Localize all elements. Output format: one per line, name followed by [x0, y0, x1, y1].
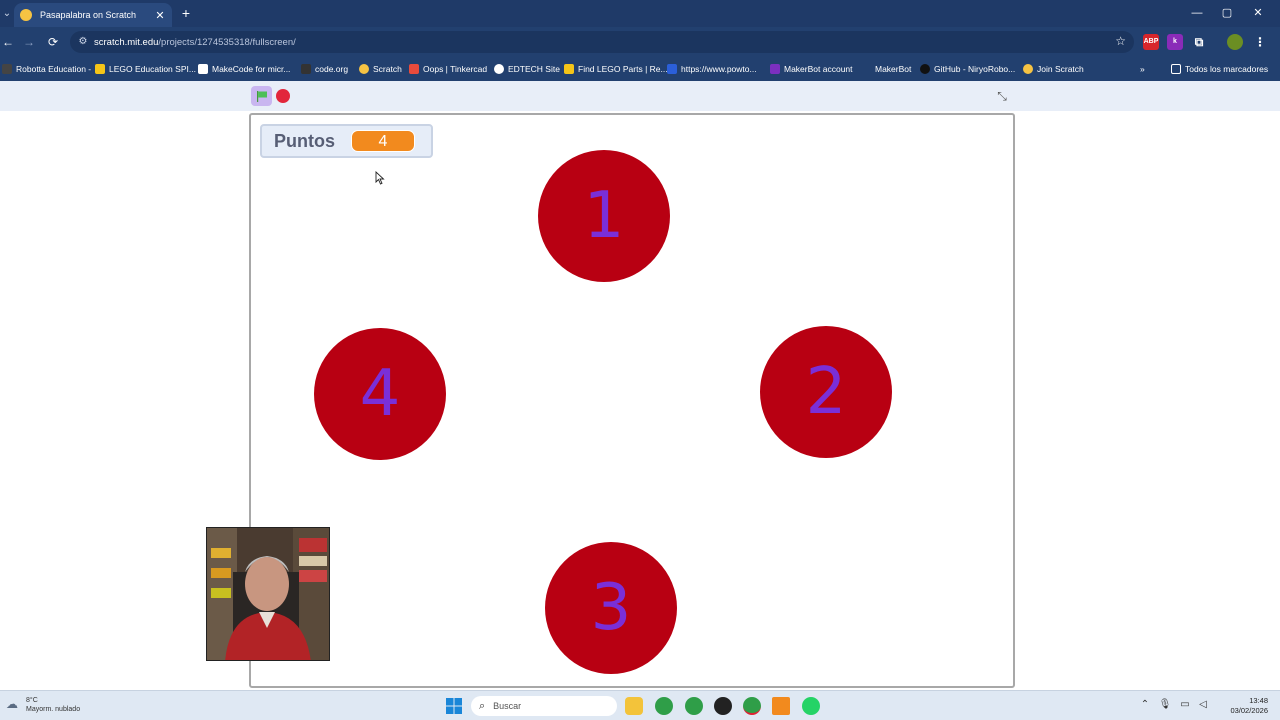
answer-circle-4[interactable]: 4 — [314, 328, 446, 460]
tab-close-icon[interactable]: ✕ — [154, 9, 166, 22]
bookmark-item[interactable]: Join Scratch — [1023, 61, 1084, 77]
minimize-button[interactable]: — — [1182, 5, 1212, 21]
browser-tab[interactable]: Pasapalabra on Scratch ✕ — [14, 3, 172, 27]
chrome-active-icon[interactable] — [743, 697, 761, 715]
back-button[interactable]: ← — [0, 34, 16, 50]
browser-titlebar: ⌄ Pasapalabra on Scratch ✕ + — ▢ ✕ — [0, 0, 1280, 27]
clock-time: 13:48 — [1249, 696, 1268, 705]
network-icon[interactable]: ▭ — [1178, 699, 1192, 710]
stop-button[interactable] — [276, 89, 290, 103]
tab-title: Pasapalabra on Scratch — [40, 10, 137, 20]
tab-search-chevron-icon[interactable]: ⌄ — [0, 4, 14, 24]
site-info-icon[interactable]: ⚙ — [76, 35, 90, 49]
taskbar-clock[interactable]: 13:48 03/02/2026 — [1214, 696, 1268, 716]
mouse-cursor-icon — [375, 171, 385, 185]
answer-circle-2[interactable]: 2 — [760, 326, 892, 458]
bookmark-item[interactable]: Oops | Tinkercad — [409, 61, 487, 77]
bookmark-item[interactable]: Scratch — [359, 61, 402, 77]
bookmark-item[interactable]: Find LEGO Parts | Re... — [564, 61, 668, 77]
bookmarks-bar: Robotta Education - LEGO Education SPI..… — [0, 57, 1280, 81]
bookmark-item[interactable]: MakerBot account — [770, 61, 853, 77]
url-path: /projects/1274535318/fullscreen/ — [158, 36, 296, 48]
circle-number: 1 — [583, 179, 625, 253]
taskbar-search[interactable]: ⌕ Buscar — [471, 696, 617, 716]
circle-number: 2 — [805, 355, 847, 429]
circle-number: 3 — [590, 571, 632, 645]
vlc-icon[interactable] — [772, 697, 790, 715]
address-toolbar: ← → ⟳ ⚙ scratch.mit.edu/projects/1274535… — [0, 27, 1280, 57]
answer-circle-1[interactable]: 1 — [538, 150, 670, 282]
bookmark-item[interactable]: GitHub - NiryoRobo... — [920, 61, 1015, 77]
chrome-profile-icon[interactable] — [685, 697, 703, 715]
bookmark-item[interactable]: https://www.powto... — [667, 61, 757, 77]
bookmark-item[interactable]: Robotta Education - — [2, 61, 91, 77]
url-bar[interactable]: ⚙ scratch.mit.edu/projects/1274535318/fu… — [70, 31, 1134, 53]
weather-widget[interactable]: ☁ 8°C Mayorm. nublado — [6, 696, 80, 714]
app-icon[interactable] — [714, 697, 732, 715]
variable-monitor: Puntos 4 — [260, 124, 433, 158]
tray-overflow-icon[interactable]: ⌃ — [1138, 699, 1152, 710]
circle-number: 4 — [359, 357, 401, 431]
presenter-video-image — [207, 528, 329, 660]
url-host: scratch.mit.edu — [94, 36, 159, 48]
bookmark-item[interactable]: code.org — [301, 61, 348, 77]
bookmark-item[interactable]: LEGO Education SPI... — [95, 61, 196, 77]
file-explorer-icon[interactable] — [625, 697, 643, 715]
scratch-favicon-icon — [20, 9, 32, 21]
exit-fullscreen-icon[interactable]: ⤡ — [993, 87, 1011, 105]
forward-button[interactable]: → — [21, 34, 37, 50]
bookmark-item[interactable]: MakerBot — [861, 61, 911, 77]
windows-taskbar: ☁ 8°C Mayorm. nublado ⌕ Buscar ⌃ 🎙 ▭ ◁ 1… — [0, 690, 1280, 720]
search-placeholder: Buscar — [493, 701, 522, 711]
bookmarks-overflow-icon[interactable]: » — [1140, 61, 1145, 77]
weather-desc: Mayorm. nublado — [26, 706, 81, 713]
scratch-stage[interactable]: Puntos 4 1 2 3 4 — [249, 113, 1015, 688]
chrome-icon[interactable] — [655, 697, 673, 715]
adblock-extension-icon[interactable]: ABP — [1143, 34, 1159, 50]
cloud-icon: ☁ — [6, 697, 18, 711]
new-tab-button[interactable]: + — [178, 4, 194, 22]
maximize-button[interactable]: ▢ — [1212, 5, 1242, 21]
green-flag-button[interactable] — [251, 86, 272, 106]
all-bookmarks-folder[interactable]: Todos los marcadores — [1171, 61, 1268, 77]
extensions-puzzle-icon[interactable]: ⧉ — [1191, 34, 1207, 50]
scratch-controls-bar: ⤡ — [0, 81, 1280, 111]
webcam-overlay — [206, 527, 330, 661]
bookmark-star-icon[interactable]: ☆ — [1115, 34, 1126, 48]
microphone-icon[interactable]: 🎙 — [1158, 699, 1172, 710]
green-flag-icon — [257, 91, 267, 102]
bookmark-item[interactable]: MakeCode for micr... — [198, 61, 290, 77]
profile-avatar[interactable] — [1227, 34, 1243, 50]
volume-icon[interactable]: ◁ — [1196, 699, 1210, 710]
windows-start-icon[interactable] — [446, 698, 462, 714]
monitor-label: Puntos — [274, 130, 335, 151]
answer-circle-3[interactable]: 3 — [545, 542, 677, 674]
search-icon: ⌕ — [479, 699, 486, 712]
reload-button[interactable]: ⟳ — [45, 34, 61, 50]
clock-date: 03/02/2026 — [1230, 706, 1268, 715]
weather-temp: 8°C — [26, 697, 38, 704]
whatsapp-icon[interactable] — [802, 697, 820, 715]
monitor-value: 4 — [351, 130, 415, 152]
close-window-button[interactable]: ✕ — [1243, 5, 1273, 21]
menu-kebab-icon[interactable]: ⋮ — [1252, 34, 1268, 50]
bookmark-item[interactable]: EDTECH Site — [494, 61, 560, 77]
k-extension-icon[interactable]: k — [1167, 34, 1183, 50]
